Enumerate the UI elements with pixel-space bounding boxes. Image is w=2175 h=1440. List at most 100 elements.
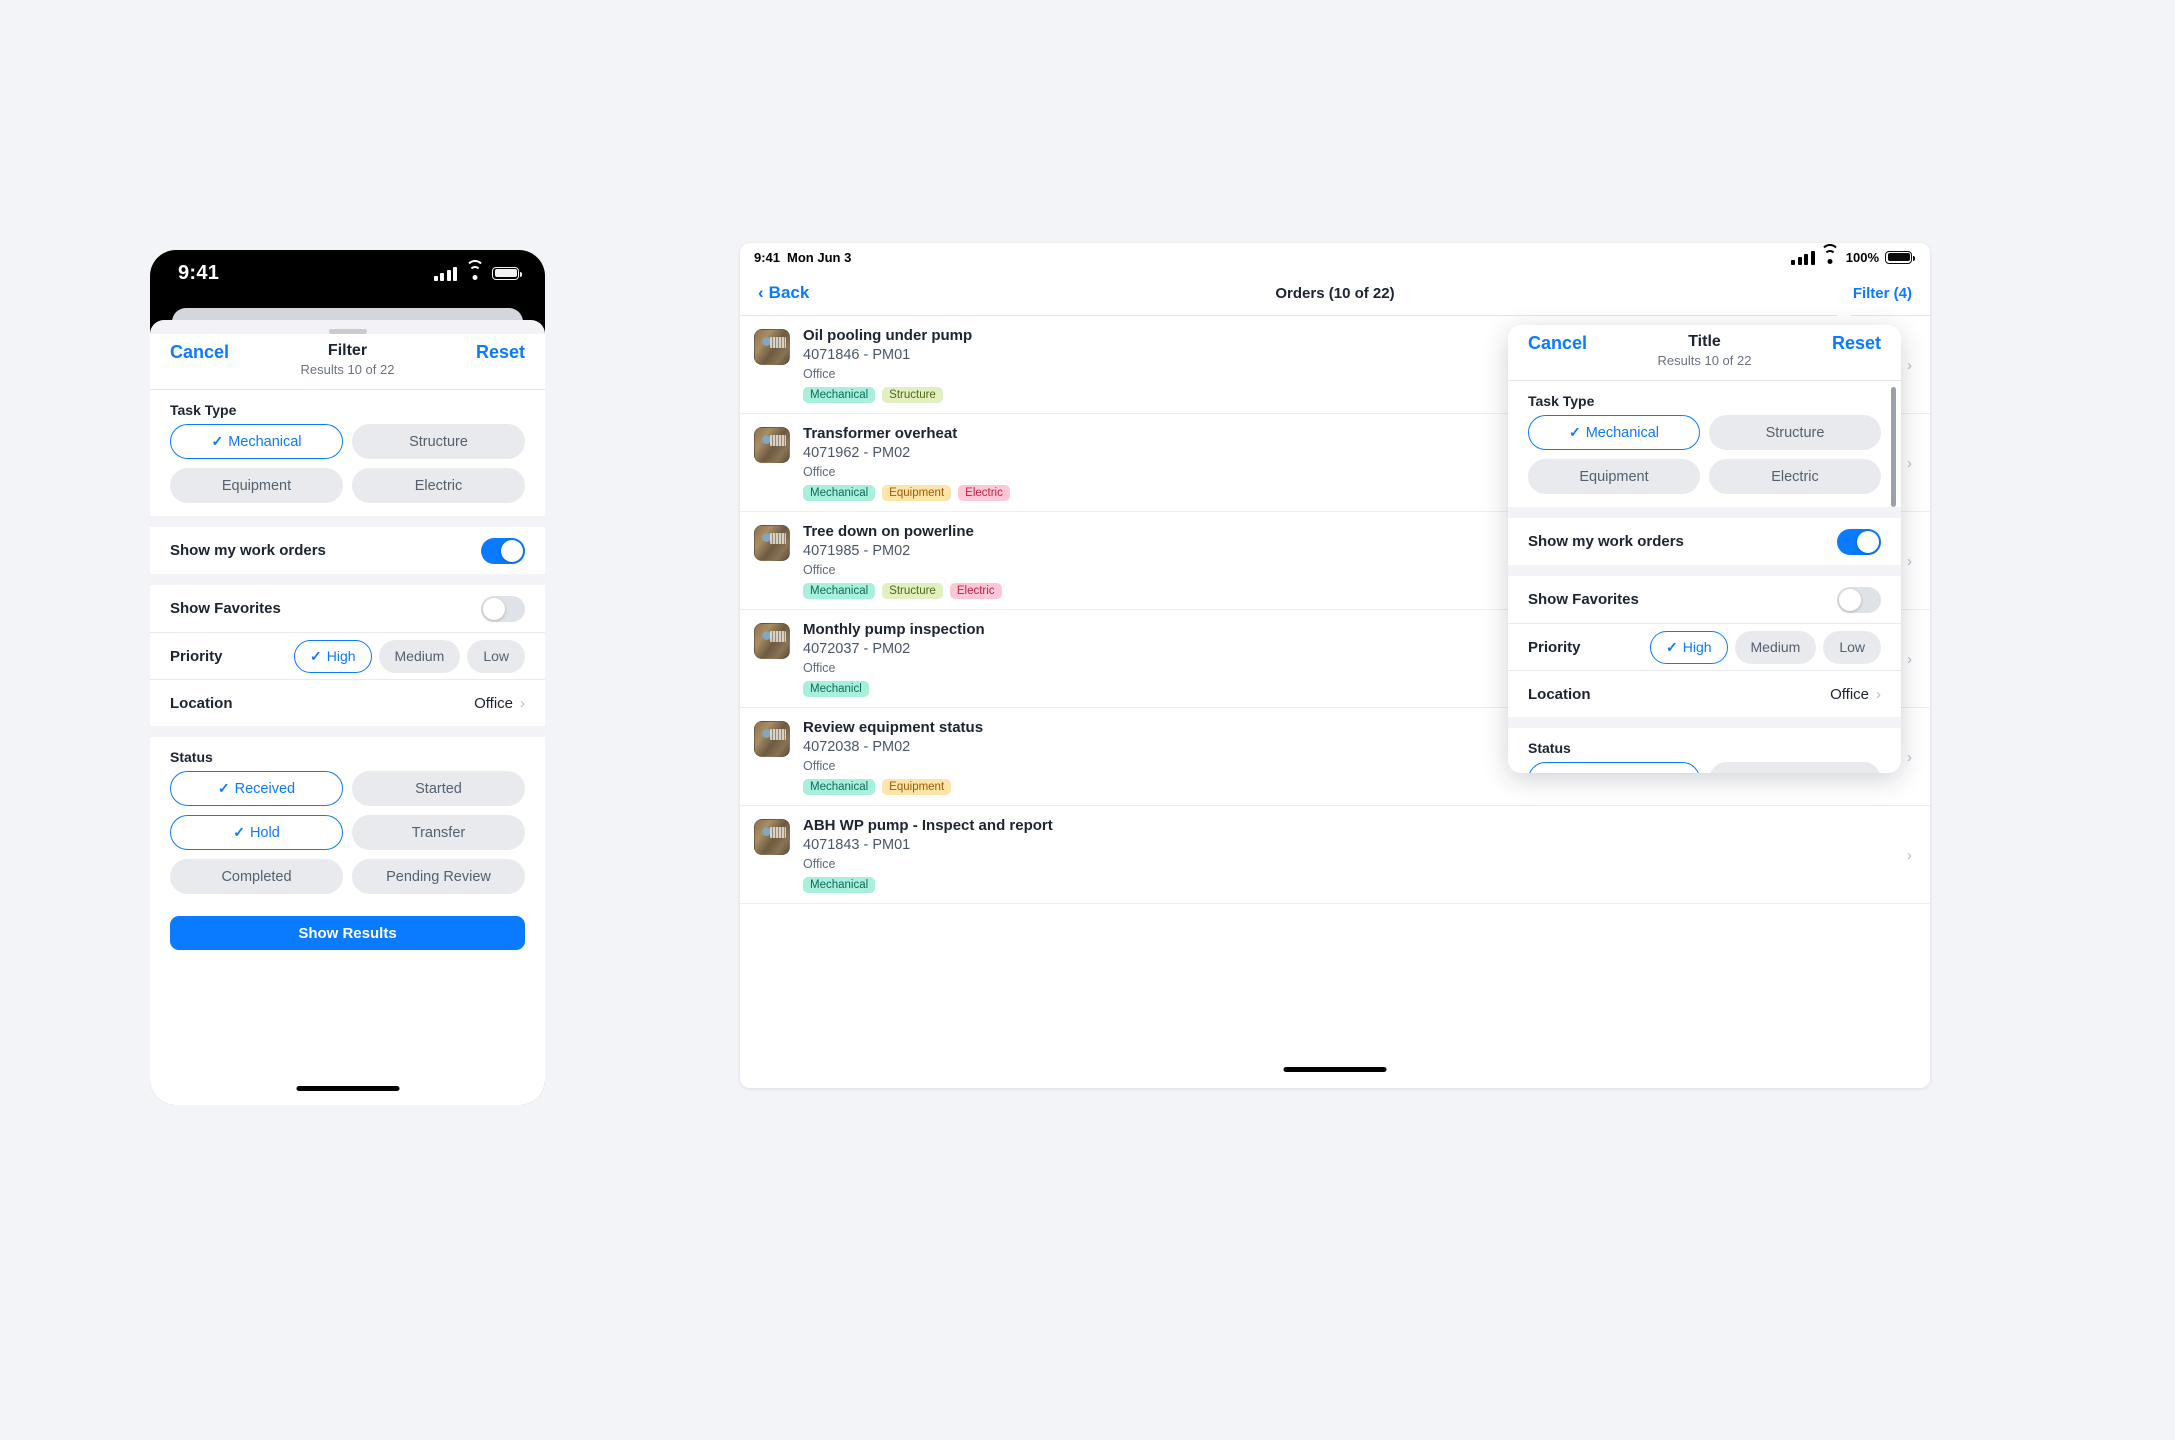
tag-electric: Electric xyxy=(958,485,1010,501)
popover-priority-chip-medium[interactable]: Medium xyxy=(1734,630,1817,664)
task-type-chip-electric[interactable]: Electric xyxy=(352,468,525,503)
sheet-title-block: Filter Results 10 of 22 xyxy=(301,342,395,377)
priority-chip-low[interactable]: Low xyxy=(467,639,525,673)
popover-body: Task Type ✓ Mechanical Structure Equipmen… xyxy=(1508,381,1901,773)
status-label: Status xyxy=(170,749,213,765)
chevron-right-icon: › xyxy=(1907,454,1912,472)
status-chip-hold[interactable]: ✓ Hold xyxy=(170,815,343,850)
popover-show-favorites-label: Show Favorites xyxy=(1528,591,1639,608)
order-thumbnail xyxy=(754,329,790,365)
order-thumbnail xyxy=(754,819,790,855)
order-thumbnail xyxy=(754,525,790,561)
check-icon: ✓ xyxy=(1568,424,1581,440)
status-group: Status ✓ Received Started ✓ Hold Transfer … xyxy=(150,737,545,907)
check-icon: ✓ xyxy=(1665,638,1678,655)
tablet-status-date: Mon Jun 3 xyxy=(787,249,852,265)
popover-priority-chip-high[interactable]: ✓ High xyxy=(1649,630,1728,664)
row-show-my-work-orders[interactable]: Show my work orders xyxy=(150,527,545,574)
priority-chip-medium[interactable]: Medium xyxy=(378,639,461,673)
task-type-group: Task Type ✓ Mechanical Structure Equipmen… xyxy=(150,390,545,516)
back-button[interactable]: ‹ Back xyxy=(758,283,809,303)
popover-status-label: Status xyxy=(1528,740,1571,756)
popover-show-my-work-orders-label: Show my work orders xyxy=(1528,533,1684,550)
order-tags: Mechanical Equipment xyxy=(803,779,1894,795)
status-chip-pending-review[interactable]: Pending Review xyxy=(352,859,525,894)
tablet-status-right: 100% xyxy=(1791,244,1915,265)
priority-chip-high[interactable]: ✓ High xyxy=(293,639,372,673)
popover-task-type-chip-electric[interactable]: Electric xyxy=(1709,459,1881,494)
popover-title-block: Title Results 10 of 22 xyxy=(1658,333,1752,368)
popover-task-type-chip-structure[interactable]: Structure xyxy=(1709,415,1881,450)
popover-reset-button[interactable]: Reset xyxy=(1832,333,1881,354)
phone-footer xyxy=(150,950,545,1105)
popover-show-favorites-toggle[interactable] xyxy=(1837,586,1881,613)
home-indicator xyxy=(1283,1067,1387,1072)
popover-row-show-favorites[interactable]: Show Favorites xyxy=(1508,576,1901,623)
chevron-right-icon: › xyxy=(1907,748,1912,766)
row-location[interactable]: Location Office › xyxy=(150,679,545,726)
popover-task-type-group: Task Type ✓ Mechanical Structure Equipmen… xyxy=(1508,381,1901,507)
task-type-options: ✓ Mechanical Structure Equipment Electric xyxy=(150,424,545,516)
chip-label: Received xyxy=(234,780,296,797)
chip-label: High xyxy=(326,648,356,664)
tag-structure: Structure xyxy=(882,583,943,599)
cellular-bars-icon xyxy=(1791,250,1815,265)
check-icon: ✓ xyxy=(217,780,230,796)
chevron-right-icon: › xyxy=(1907,356,1912,374)
location-label: Location xyxy=(170,694,233,712)
wifi-icon xyxy=(465,260,484,280)
filter-button[interactable]: Filter (4) xyxy=(1853,285,1912,302)
popover-show-my-work-orders-toggle[interactable] xyxy=(1837,528,1881,555)
popover-row-show-my-work-orders[interactable]: Show my work orders xyxy=(1508,518,1901,565)
popover-location-value: Office xyxy=(1830,685,1869,703)
chevron-right-icon: › xyxy=(1876,685,1881,703)
popover-priority-chip-low[interactable]: Low xyxy=(1823,630,1881,664)
order-tags: Mechanical xyxy=(803,877,1894,893)
location-value-wrap: Office › xyxy=(474,695,525,712)
order-body: ABH WP pump - Inspect and report 4071843… xyxy=(803,817,1894,893)
popover-status-chip-received[interactable]: ✓ Received xyxy=(1528,762,1700,773)
popover-row-priority: Priority ✓ High Medium Low xyxy=(1508,623,1901,670)
popover-row-location[interactable]: Location Office › xyxy=(1508,670,1901,717)
tablet-status-time: 9:41 xyxy=(754,249,781,265)
popover-location-label: Location xyxy=(1528,685,1591,703)
phone-status-bar: 9:41 xyxy=(150,250,545,296)
filter-popover: Cancel Title Results 10 of 22 Reset Task… xyxy=(1508,325,1901,773)
task-type-chip-structure[interactable]: Structure xyxy=(352,424,525,459)
my-work-orders-group: Show my work orders xyxy=(150,527,545,574)
tag-electric: Electric xyxy=(949,583,1002,599)
show-results-wrap: Show Results xyxy=(150,907,545,950)
show-favorites-toggle[interactable] xyxy=(481,595,525,622)
popover-status-chip-started[interactable]: Started xyxy=(1709,762,1881,773)
table-row[interactable]: ABH WP pump - Inspect and report 4071843… xyxy=(740,806,1930,904)
popover-title: Title xyxy=(1688,333,1721,350)
tablet-status-left: 9:41 Mon Jun 3 xyxy=(754,250,851,265)
check-icon: ✓ xyxy=(309,647,322,664)
tag-mechanical: Mechanical xyxy=(803,485,876,501)
page-title: Orders (10 of 22) xyxy=(1275,284,1395,302)
chevron-right-icon: › xyxy=(1907,846,1912,864)
show-results-button[interactable]: Show Results xyxy=(170,916,525,950)
sheet-results-count: Results 10 of 22 xyxy=(300,362,395,377)
wifi-icon xyxy=(1820,244,1840,264)
status-chip-started[interactable]: Started xyxy=(352,771,525,806)
status-chip-completed[interactable]: Completed xyxy=(170,859,343,894)
status-chip-received[interactable]: ✓ Received xyxy=(170,771,343,806)
popover-cancel-button[interactable]: Cancel xyxy=(1528,333,1587,354)
reset-button[interactable]: Reset xyxy=(476,342,525,363)
popover-task-type-chip-equipment[interactable]: Equipment xyxy=(1528,459,1700,494)
cancel-button[interactable]: Cancel xyxy=(170,342,229,363)
row-show-favorites[interactable]: Show Favorites xyxy=(150,585,545,632)
tag-mechanical: Mechanical xyxy=(803,387,876,403)
popover-scrollbar[interactable] xyxy=(1891,387,1896,507)
chip-label: High xyxy=(1682,639,1712,655)
popover-status-group: Status ✓Received Started ✓Hold Transfer xyxy=(1508,728,1901,773)
row-priority: Priority ✓ High Medium Low xyxy=(150,632,545,679)
popover-status-options: ✓Received Started ✓Hold Transfer xyxy=(1508,762,1901,773)
status-chip-transfer[interactable]: Transfer xyxy=(352,815,525,850)
task-type-chip-equipment[interactable]: Equipment xyxy=(170,468,343,503)
popover-favorites-priority-location-group: Show Favorites Priority ✓ High Medium Low… xyxy=(1508,576,1901,717)
popover-task-type-chip-mechanical[interactable]: ✓ Mechanical xyxy=(1528,415,1700,450)
show-my-work-orders-toggle[interactable] xyxy=(481,537,525,564)
task-type-chip-mechanical[interactable]: ✓ Mechanical xyxy=(170,424,343,459)
